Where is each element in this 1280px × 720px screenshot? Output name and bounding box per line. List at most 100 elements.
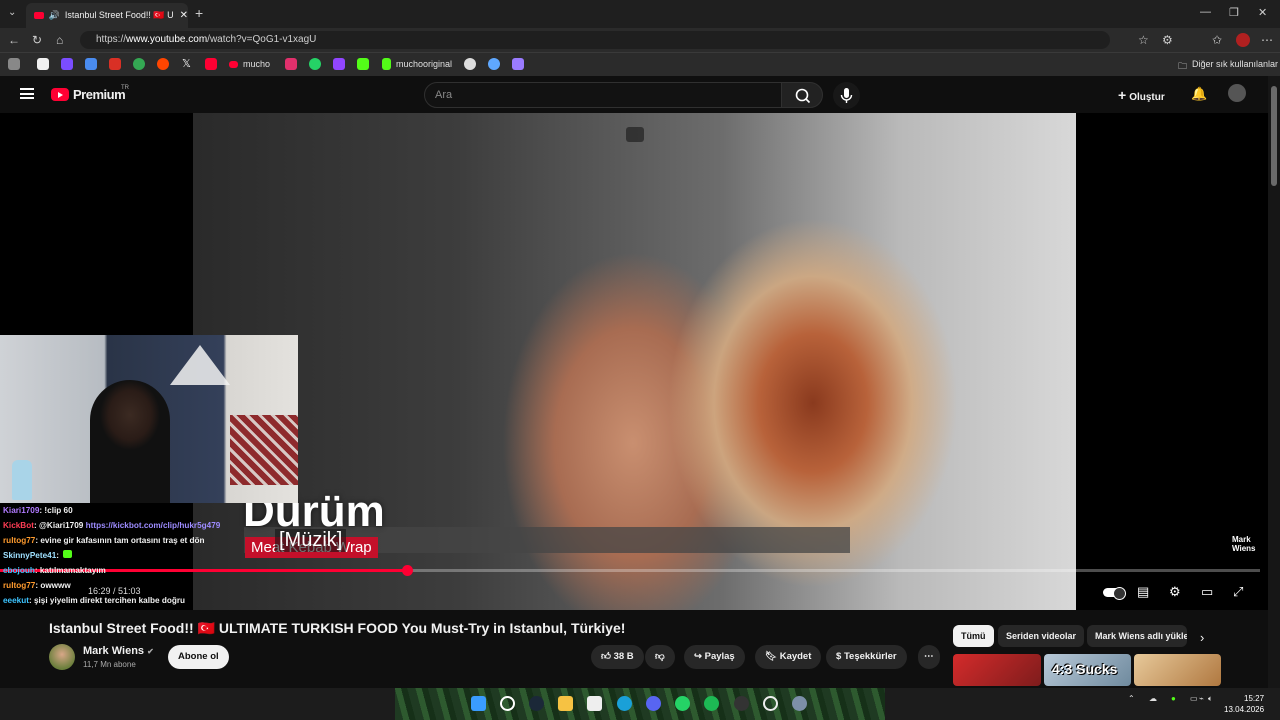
search-taskbar-icon[interactable] bbox=[500, 696, 515, 711]
subtitles-icon[interactable]: ▤ bbox=[1137, 584, 1149, 600]
whatsapp-taskbar-icon[interactable] bbox=[675, 696, 690, 711]
bookmark-muchooriginal[interactable]: muchooriginal bbox=[396, 59, 452, 69]
search-button[interactable] bbox=[781, 82, 823, 108]
bookmark-icon[interactable] bbox=[464, 58, 476, 70]
back-icon[interactable]: ← bbox=[8, 33, 20, 47]
home-icon[interactable]: ⌂ bbox=[56, 33, 63, 47]
network-icon[interactable]: ⌁ bbox=[1199, 694, 1204, 703]
volume-icon[interactable]: 🔈︎ bbox=[1208, 694, 1213, 704]
logo-region: TR bbox=[121, 85, 129, 91]
start-icon[interactable] bbox=[471, 696, 486, 711]
emote-icon bbox=[62, 550, 72, 558]
share-button[interactable]: ↪ Paylaş bbox=[684, 645, 745, 669]
voice-search-button[interactable] bbox=[833, 82, 860, 109]
thanks-button[interactable]: $ Teşekkürler bbox=[826, 645, 907, 669]
fullscreen-icon[interactable]: ⤢ bbox=[1233, 584, 1243, 600]
browser-tab-active[interactable]: 🔊 Istanbul Street Food!! 🇹🇷 ULTIMATE ✕ bbox=[26, 3, 188, 28]
chip-series[interactable]: Seriden videolar bbox=[998, 625, 1085, 647]
edge-icon[interactable] bbox=[617, 696, 632, 711]
chat-message: SkinnyPete41: bbox=[0, 548, 300, 563]
chip-uploads[interactable]: Mark Wiens adlı yükle bbox=[1087, 625, 1187, 647]
app-icon[interactable] bbox=[792, 696, 807, 711]
page-scrollbar[interactable] bbox=[1268, 76, 1280, 688]
folder-icon: 🗀 bbox=[1178, 61, 1188, 71]
star-icon[interactable]: ☆ bbox=[1138, 33, 1149, 47]
thumbs-down-icon: 👎︎ bbox=[655, 651, 665, 662]
miniplayer-icon[interactable] bbox=[626, 127, 644, 142]
close-tab-icon[interactable]: ✕ bbox=[180, 10, 188, 21]
tab-list-icon[interactable]: ⌄ bbox=[8, 7, 16, 18]
restore-button[interactable]: ❐ bbox=[1229, 6, 1239, 19]
like-button[interactable]: 👍︎ 38 B bbox=[591, 645, 644, 669]
reddit-icon[interactable] bbox=[157, 58, 169, 70]
app-icon[interactable] bbox=[763, 696, 778, 711]
mic-tray-icon[interactable]: ● bbox=[1171, 694, 1176, 703]
progress-scrubber[interactable] bbox=[401, 565, 413, 576]
url-prefix: https:// bbox=[96, 34, 127, 45]
tray-chevron-icon[interactable]: ⌃ bbox=[1128, 694, 1135, 703]
chat-link[interactable]: https://kickbot.com/clip/hukr5g479 bbox=[86, 521, 221, 530]
theater-mode-icon[interactable]: ▭ bbox=[1201, 584, 1213, 600]
bookmark-icon[interactable] bbox=[512, 58, 524, 70]
bookmark-icon[interactable] bbox=[37, 58, 49, 70]
subscribe-button[interactable]: Abone ol bbox=[168, 645, 229, 669]
bookmark-icon[interactable] bbox=[85, 58, 97, 70]
twitch-icon[interactable] bbox=[333, 58, 345, 70]
bookmark-icon[interactable] bbox=[61, 58, 73, 70]
kick-icon[interactable] bbox=[382, 58, 391, 70]
new-tab-button[interactable]: + bbox=[195, 5, 203, 21]
notifications-bell-icon[interactable]: 🔔 bbox=[1191, 86, 1207, 102]
store-icon[interactable] bbox=[587, 696, 602, 711]
minimize-button[interactable]: — bbox=[1200, 6, 1211, 18]
channel-name[interactable]: Mark Wiens ✔ bbox=[83, 645, 154, 657]
url-field[interactable]: https://www.youtube.com/watch?v=QoG1-v1x… bbox=[80, 31, 1110, 49]
spotify-icon[interactable] bbox=[704, 696, 719, 711]
video-frame[interactable]: Dürüm Meat Kebab Wrap [Müzik] bbox=[193, 113, 1076, 610]
menu-icon[interactable] bbox=[20, 88, 34, 99]
chat-message: KickBot: @Kiari1709 https://kickbot.com/… bbox=[0, 518, 300, 533]
scrollbar-thumb[interactable] bbox=[1271, 86, 1277, 186]
channel-avatar[interactable] bbox=[49, 644, 75, 670]
chevron-right-icon[interactable]: › bbox=[1200, 630, 1204, 645]
dislike-button[interactable]: 👎︎ bbox=[645, 645, 675, 669]
youtube-logo[interactable]: Premium bbox=[51, 87, 126, 102]
bookmarks-folder[interactable]: Diğer sık kullanılanlar bbox=[1192, 59, 1278, 69]
close-window-button[interactable]: ✕ bbox=[1258, 6, 1267, 19]
youtube-icon[interactable] bbox=[205, 58, 217, 70]
autoplay-toggle[interactable] bbox=[1103, 587, 1126, 600]
app-icon[interactable] bbox=[734, 696, 749, 711]
bookmark-icon[interactable] bbox=[488, 58, 500, 70]
more-menu-icon[interactable]: ⋯ bbox=[1261, 33, 1273, 47]
save-button[interactable]: 🔖︎ Kaydet bbox=[755, 645, 822, 669]
profile-avatar-icon[interactable] bbox=[1236, 33, 1250, 47]
audio-icon[interactable]: 🔊 bbox=[49, 10, 60, 21]
settings-gear-icon[interactable]: ⚙ bbox=[1169, 584, 1181, 600]
youtube-mucho-icon[interactable] bbox=[229, 61, 238, 68]
x-icon[interactable]: 𝕏 bbox=[182, 57, 191, 70]
channel-watermark[interactable]: Mark Wiens bbox=[1232, 535, 1256, 553]
display-icon[interactable]: ▭ bbox=[1190, 694, 1198, 703]
chrome-icon[interactable] bbox=[133, 58, 145, 70]
reload-icon[interactable]: ↻ bbox=[32, 33, 42, 47]
gmail-icon[interactable] bbox=[109, 58, 121, 70]
steam-icon[interactable] bbox=[529, 696, 544, 711]
chip-all[interactable]: Tümü bbox=[953, 625, 994, 647]
system-clock[interactable]: 15:27 13.04.2026 bbox=[1224, 693, 1264, 715]
related-thumbnail[interactable] bbox=[953, 654, 1041, 686]
related-thumbnail[interactable] bbox=[1134, 654, 1221, 686]
onedrive-icon[interactable]: ☁ bbox=[1149, 694, 1157, 703]
instagram-icon[interactable] bbox=[285, 58, 297, 70]
discord-icon[interactable] bbox=[646, 696, 661, 711]
favorites-icon[interactable]: ✩ bbox=[1212, 33, 1222, 47]
extensions-icon[interactable]: ⚙ bbox=[1162, 33, 1173, 47]
search-input[interactable]: Ara bbox=[424, 82, 782, 108]
file-explorer-icon[interactable] bbox=[558, 696, 573, 711]
whatsapp-icon[interactable] bbox=[309, 58, 321, 70]
account-avatar[interactable] bbox=[1228, 84, 1246, 102]
more-actions-button[interactable]: ⋯ bbox=[918, 645, 940, 669]
bookmark-mucho[interactable]: mucho bbox=[243, 59, 270, 69]
create-button[interactable]: + Oluştur bbox=[1118, 87, 1165, 103]
related-thumbnail[interactable]: 4:3 Sucks bbox=[1044, 654, 1131, 686]
bookmark-icon[interactable] bbox=[8, 58, 20, 70]
bookmark-icon[interactable] bbox=[357, 58, 369, 70]
